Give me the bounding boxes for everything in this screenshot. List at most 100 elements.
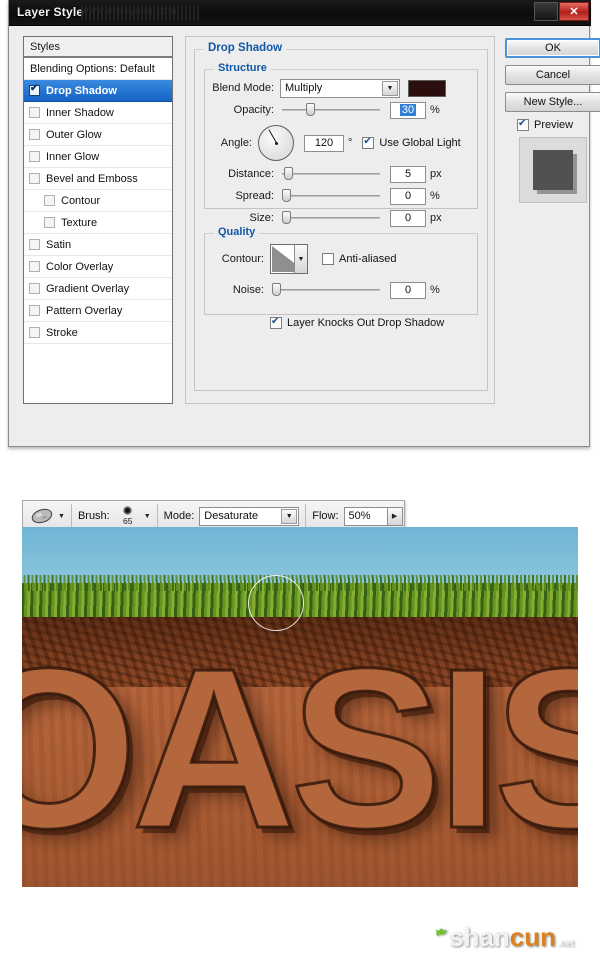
style-enable-checkbox[interactable] (29, 83, 40, 96)
spread-slider[interactable] (282, 189, 380, 203)
noise-slider[interactable] (272, 283, 380, 297)
distance-slider-thumb[interactable] (284, 167, 293, 180)
size-input[interactable]: 0 (390, 209, 426, 227)
style-list-item[interactable]: Color Overlay (24, 256, 172, 278)
opacity-slider-thumb[interactable] (306, 103, 315, 116)
cancel-button[interactable]: Cancel (505, 65, 600, 85)
tool-preset-chevron-down-icon[interactable]: ▼ (58, 513, 65, 520)
use-global-light-checkbox[interactable]: Use Global Light (362, 135, 461, 149)
chevron-down-icon[interactable]: ▼ (294, 245, 307, 273)
checkbox-icon (322, 253, 334, 265)
use-global-light-label: Use Global Light (379, 137, 461, 149)
style-list-item[interactable]: Inner Glow (24, 146, 172, 168)
angle-dial[interactable] (258, 125, 294, 161)
distance-input[interactable]: 5 (390, 165, 426, 183)
noise-input[interactable]: 0 (390, 281, 426, 299)
style-list-item[interactable]: Texture (24, 212, 172, 234)
style-enable-checkbox[interactable] (29, 173, 40, 184)
size-slider[interactable] (282, 211, 380, 225)
size-unit: px (430, 212, 442, 224)
styles-list[interactable]: Blending Options: Default Drop Shadow Inne… (24, 58, 172, 344)
ok-button[interactable]: OK (505, 38, 600, 58)
spread-input[interactable]: 0 (390, 187, 426, 205)
size-slider-thumb[interactable] (282, 211, 291, 224)
angle-unit: ° (348, 137, 353, 149)
close-icon[interactable]: ✕ (559, 2, 589, 21)
image-canvas[interactable]: OASIS ❧ shan cun .net (22, 527, 578, 956)
dialog-titlebar[interactable]: Layer Style www.missyuan.com ✕ (9, 0, 591, 26)
style-list-item[interactable]: Satin (24, 234, 172, 256)
style-enable-checkbox[interactable] (29, 283, 40, 294)
minimize-button[interactable] (534, 2, 558, 21)
style-list-item[interactable]: Inner Shadow (24, 102, 172, 124)
anti-aliased-checkbox[interactable]: Anti-aliased (322, 253, 396, 265)
style-list-item[interactable]: Pattern Overlay (24, 300, 172, 322)
contour-label: Contour: (221, 253, 264, 265)
angle-row: Angle: 120 ° Use Global Light (208, 123, 474, 163)
divider (305, 504, 307, 528)
distance-slider[interactable] (282, 167, 380, 181)
spread-unit: % (430, 190, 440, 202)
styles-list-panel: Styles Blending Options: Default Drop Sha… (23, 36, 173, 404)
knocks-out-label: Layer Knocks Out Drop Shadow (287, 317, 445, 329)
size-row: Size: 0 px (208, 209, 474, 227)
blend-mode-row: Blend Mode: Multiply ▼ (208, 78, 474, 98)
screenshot-root: Layer Style www.missyuan.com ✕ Styles Bl… (0, 0, 600, 956)
style-enable-checkbox[interactable] (29, 305, 40, 316)
style-list-item-label: Contour (61, 194, 101, 207)
blend-mode-value: Multiply (285, 82, 323, 94)
opacity-input[interactable]: 30 (390, 101, 426, 119)
brush-preview[interactable]: 65 (115, 503, 141, 529)
contour-preset-select[interactable]: ▼ (270, 244, 308, 274)
logo-net: .net (557, 937, 574, 948)
contour-row: Contour: ▼ Anti-aliased (208, 243, 474, 275)
style-enable-checkbox[interactable] (44, 195, 55, 206)
style-enable-checkbox[interactable] (29, 129, 40, 140)
divider (70, 504, 72, 528)
style-list-item[interactable]: Contour (24, 190, 172, 212)
style-list-item[interactable]: Drop Shadow (24, 80, 172, 102)
divider (156, 504, 158, 528)
shadow-color-swatch[interactable] (408, 79, 446, 97)
knocks-out-drop-shadow-checkbox[interactable]: Layer Knocks Out Drop Shadow (270, 315, 445, 329)
title-watermark: www.missyuan.com (81, 6, 201, 20)
window-controls: ✕ (534, 2, 589, 21)
spread-slider-thumb[interactable] (282, 189, 291, 202)
style-enable-checkbox[interactable] (44, 217, 55, 228)
flow-chevron-down-icon[interactable]: ▶ (387, 506, 403, 526)
size-label: Size: (249, 212, 274, 224)
style-list-item[interactable]: Outer Glow (24, 124, 172, 146)
brush-chevron-down-icon[interactable]: ▼ (144, 513, 151, 520)
style-list-item[interactable]: Gradient Overlay (24, 278, 172, 300)
style-list-item-label: Inner Glow (46, 150, 100, 163)
style-enable-checkbox[interactable] (29, 261, 40, 272)
flow-label: Flow: (312, 510, 339, 522)
new-style-button[interactable]: New Style... (505, 92, 600, 112)
chevron-down-icon[interactable]: ▼ (281, 508, 298, 524)
structure-group-label: Structure (214, 62, 271, 74)
style-enable-checkbox[interactable] (29, 239, 40, 250)
angle-label: Angle: (220, 137, 252, 149)
style-list-item[interactable]: Bevel and Emboss (24, 168, 172, 190)
style-enable-checkbox[interactable] (29, 107, 40, 118)
mode-select[interactable]: Desaturate ▼ (199, 506, 300, 526)
style-enable-checkbox[interactable] (29, 327, 40, 338)
dialog-title: Layer Style (17, 5, 84, 19)
flow-input[interactable]: 50% (343, 506, 388, 526)
quality-group-label: Quality (214, 226, 260, 238)
angle-input[interactable]: 120 (304, 134, 344, 152)
chevron-down-icon[interactable]: ▼ (382, 80, 398, 96)
distance-row: Distance: 5 px (208, 165, 474, 183)
blend-mode-label: Blend Mode: (212, 82, 274, 94)
style-enable-checkbox[interactable] (29, 151, 40, 162)
style-list-item[interactable]: Blending Options: Default (24, 58, 172, 80)
opacity-slider[interactable] (282, 103, 380, 117)
anti-aliased-label: Anti-aliased (339, 253, 397, 265)
preview-checkbox[interactable]: Preview (517, 117, 600, 131)
noise-slider-thumb[interactable] (272, 283, 281, 296)
style-list-item-label: Blending Options: Default (30, 62, 155, 75)
style-list-item[interactable]: Stroke (24, 322, 172, 344)
blend-mode-select[interactable]: Multiply ▼ (280, 78, 400, 98)
opacity-unit: % (430, 104, 440, 116)
sponge-tool-icon[interactable] (29, 505, 55, 527)
